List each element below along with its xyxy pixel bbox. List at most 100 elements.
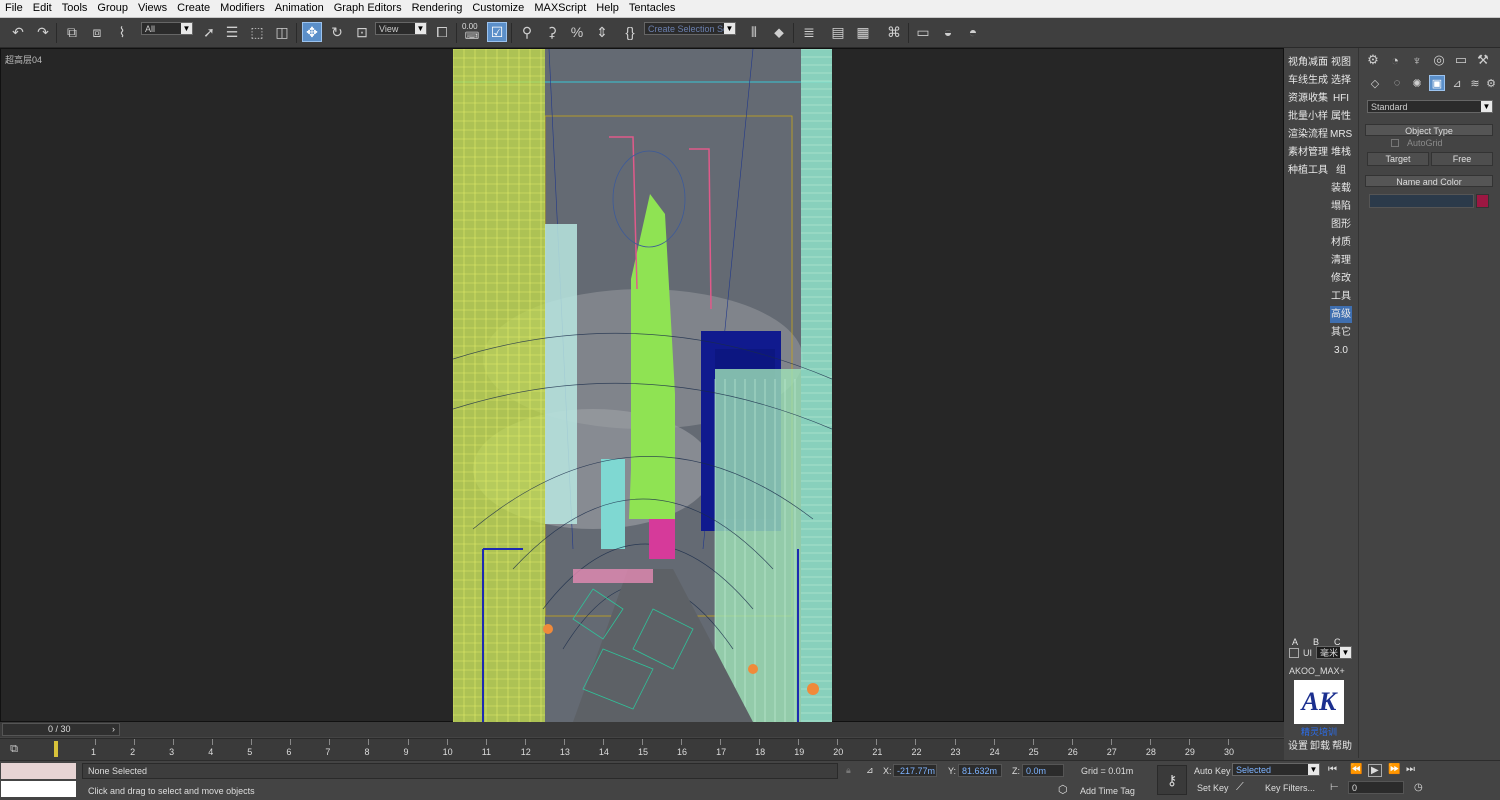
name-and-color-rollout[interactable]: Name and Color	[1365, 175, 1493, 187]
named-selection-dropdown[interactable]: Create Selection Se ▼	[644, 22, 736, 35]
key-mode-toggle-icon[interactable]: ⊢	[1330, 782, 1339, 793]
shapes-icon[interactable]: ◌	[1389, 75, 1405, 91]
play-icon[interactable]: ▶	[1368, 764, 1382, 777]
select-and-rotate-icon[interactable]: ↻	[327, 22, 347, 42]
lock-icon[interactable]: 🔒︎	[846, 765, 851, 776]
key-tangent-icon[interactable]: ⟋	[1236, 781, 1244, 794]
bind-space-warp-icon[interactable]: ⌇	[112, 22, 132, 42]
select-and-move-icon[interactable]: ✥	[302, 22, 322, 42]
redo-icon[interactable]: ↷	[33, 22, 53, 42]
edit-named-selection-icon[interactable]: {}	[620, 22, 640, 42]
time-tag-icon[interactable]: ⬡	[1058, 783, 1068, 796]
utilities-tab-icon[interactable]: ⚒	[1473, 50, 1493, 70]
plugin-button-left-5[interactable]: 素材管理	[1286, 144, 1330, 161]
key-mode-dropdown[interactable]: Selected ▼	[1232, 763, 1320, 776]
create-tab-icon[interactable]: ⚙	[1363, 50, 1383, 70]
angle-snap-icon[interactable]: ⚳	[542, 22, 562, 42]
rendered-frame-icon[interactable]: ◒	[938, 22, 958, 42]
plugin-button-right-11[interactable]: 清理	[1330, 252, 1352, 269]
undo-icon[interactable]: ↶	[8, 22, 28, 42]
mirror-icon[interactable]: ⫴	[744, 22, 764, 42]
snap-toggle-icon[interactable]: ☑	[487, 22, 507, 42]
plugin-bottom-button-0[interactable]: 设置	[1287, 738, 1309, 755]
plugin-button-right-8[interactable]: 塌陷	[1330, 198, 1352, 215]
goto-end-icon[interactable]: ⏭	[1406, 764, 1415, 775]
plugin-button-right-9[interactable]: 图形	[1330, 216, 1352, 233]
helpers-icon[interactable]: ⊿	[1449, 75, 1465, 91]
spinner-snap-icon[interactable]: ⇕	[592, 22, 612, 42]
selection-filter-dropdown[interactable]: All ▼	[141, 22, 193, 35]
x-coordinate-input[interactable]: -217.77m	[893, 764, 937, 777]
target-button[interactable]: Target	[1367, 152, 1429, 166]
mini-curve-editor-icon[interactable]: ⧉	[5, 740, 23, 758]
menu-item-6[interactable]: Modifiers	[215, 0, 270, 17]
keyboard-shortcut-icon[interactable]: ⌨	[462, 30, 482, 42]
space-warps-icon[interactable]: ≋	[1467, 75, 1483, 91]
menu-item-7[interactable]: Animation	[270, 0, 329, 17]
y-coordinate-input[interactable]: 81.632m	[958, 764, 1002, 777]
plugin-button-right-13[interactable]: 工具	[1330, 288, 1352, 305]
display-tab-icon[interactable]: ▭	[1451, 50, 1471, 70]
plugin-button-right-15[interactable]: 其它	[1330, 324, 1352, 341]
key-filters-button[interactable]: Key Filters...	[1265, 783, 1315, 793]
ui-checkbox[interactable]	[1289, 648, 1299, 658]
z-coordinate-input[interactable]: 0.0m	[1022, 764, 1064, 777]
next-frame-button-icon[interactable]: ⏩	[1388, 764, 1400, 775]
align-icon[interactable]: ⬥	[769, 22, 789, 42]
plugin-button-left-0[interactable]: 视角减面	[1286, 54, 1330, 71]
plugin-bottom-button-2[interactable]: 帮助	[1331, 738, 1353, 755]
unlink-icon[interactable]: ⧈	[87, 22, 107, 42]
previous-frame-icon[interactable]: ⏪	[1350, 764, 1362, 775]
time-slider-handle[interactable]	[54, 741, 58, 757]
select-and-scale-icon[interactable]: ⊡	[352, 22, 372, 42]
plugin-button-left-2[interactable]: 资源收集	[1286, 90, 1330, 107]
menu-item-9[interactable]: Rendering	[407, 0, 468, 17]
category-dropdown[interactable]: Standard ▼	[1367, 100, 1493, 113]
time-configuration-icon[interactable]: ◷	[1414, 782, 1423, 793]
object-name-input[interactable]	[1369, 194, 1474, 208]
menu-item-3[interactable]: Group	[92, 0, 133, 17]
select-by-name-icon[interactable]: ☰	[222, 22, 242, 42]
menu-item-12[interactable]: Help	[591, 0, 624, 17]
plugin-button-left-4[interactable]: 渲染流程	[1286, 126, 1330, 143]
percent-snap-icon[interactable]: %	[567, 22, 587, 42]
schematic-view-icon[interactable]: ⌘	[884, 22, 904, 42]
render-setup-icon[interactable]: ▭	[913, 22, 933, 42]
object-color-swatch[interactable]	[1476, 194, 1489, 208]
set-keys-icon[interactable]: ⚷	[1157, 765, 1187, 795]
track-bar[interactable]: ⧉ 1 2 3 4 5 6 7 8 9 10 11 12 13 14 15 16 17 18 19 20 21 22 23 2…	[0, 738, 1284, 761]
plugin-button-right-12[interactable]: 修改	[1330, 270, 1352, 287]
rectangular-selection-icon[interactable]: ⬚	[247, 22, 267, 42]
menu-item-4[interactable]: Views	[133, 0, 172, 17]
cameras-icon[interactable]: ▣	[1429, 75, 1445, 91]
layers-icon[interactable]: ≣	[799, 22, 819, 42]
menu-item-2[interactable]: Tools	[57, 0, 93, 17]
maxscript-listener-red[interactable]	[1, 763, 76, 779]
pivot-center-icon[interactable]: ⧠	[432, 22, 452, 42]
geometry-icon[interactable]: ◇	[1367, 75, 1383, 91]
menu-item-8[interactable]: Graph Editors	[329, 0, 407, 17]
ribbon-icon[interactable]: ▦	[853, 22, 873, 42]
current-frame-input[interactable]: 0	[1348, 781, 1404, 794]
plugin-button-right-0[interactable]: 视图	[1330, 54, 1352, 71]
modify-tab-icon[interactable]: ◔	[1385, 50, 1405, 70]
plugin-button-right-5[interactable]: 堆栈	[1330, 144, 1352, 161]
menu-item-0[interactable]: File	[0, 0, 28, 17]
plugin-button-right-10[interactable]: 材质	[1330, 234, 1352, 251]
maxscript-listener-white[interactable]	[1, 781, 76, 797]
abc-button-a[interactable]: A	[1292, 636, 1298, 648]
reference-coordinate-dropdown[interactable]: View ▼	[375, 22, 427, 35]
akoo-logo[interactable]: AK	[1294, 680, 1344, 724]
autogrid-checkbox[interactable]	[1391, 139, 1399, 147]
menu-item-13[interactable]: Tentacles	[624, 0, 680, 17]
menu-item-5[interactable]: Create	[172, 0, 215, 17]
absolute-mode-icon[interactable]: ⊿	[866, 765, 874, 776]
perspective-viewport[interactable]: 超高层04	[0, 48, 1284, 722]
auto-key-button[interactable]: Auto Key	[1194, 766, 1231, 776]
menu-item-10[interactable]: Customize	[467, 0, 529, 17]
scene-explorer-icon[interactable]: ▤	[828, 22, 848, 42]
menu-item-11[interactable]: MAXScript	[529, 0, 591, 17]
plugin-button-right-16[interactable]: 3.0	[1330, 342, 1352, 359]
plugin-button-right-7[interactable]: 装载	[1330, 180, 1352, 197]
time-slider[interactable]: 0 / 30 ›	[0, 722, 1284, 737]
